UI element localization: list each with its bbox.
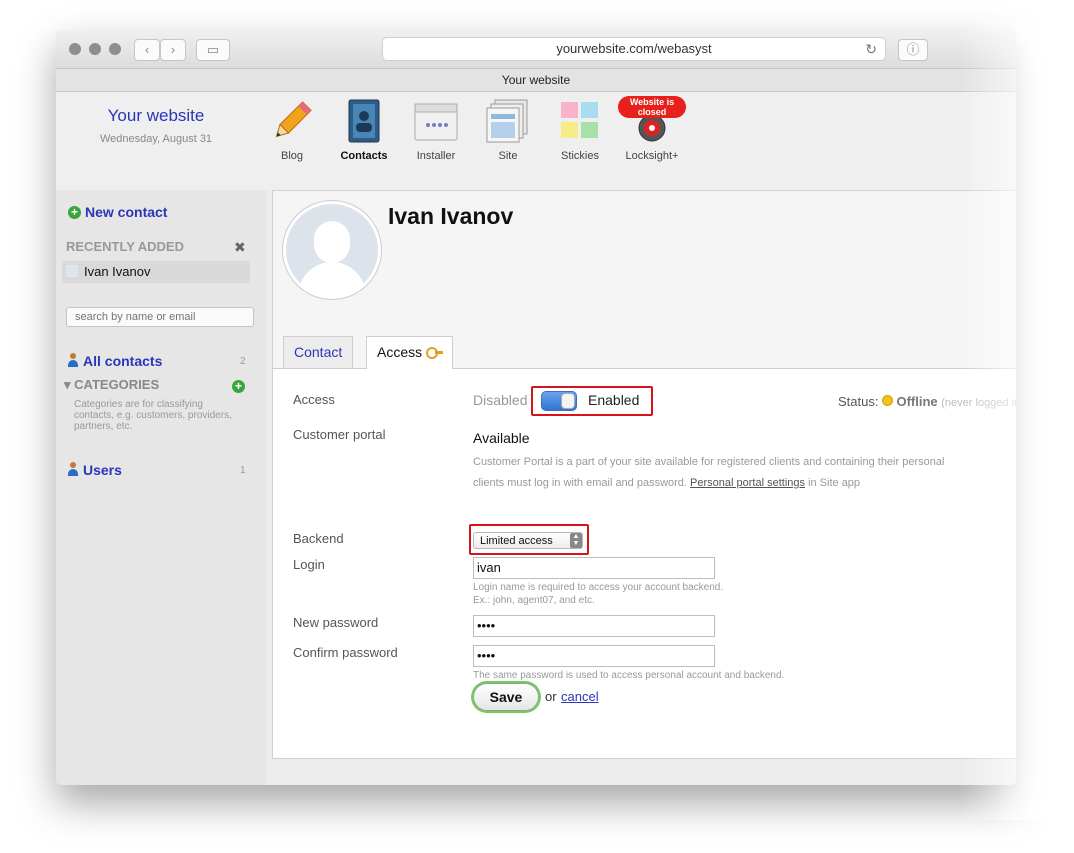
customer-portal-label: Customer portal [293, 427, 386, 442]
access-toggle[interactable] [541, 391, 577, 411]
forward-icon[interactable]: › [160, 39, 186, 61]
select-arrows-icon: ▲ ▼ [570, 533, 582, 548]
info-icon[interactable]: ⓘ [898, 39, 928, 61]
app-header: Your website Wednesday, August 31 Blog C… [56, 92, 1016, 190]
app-label: Installer [416, 150, 456, 162]
app-label: Contacts [340, 150, 388, 162]
search-input[interactable] [66, 307, 254, 327]
new-contact-link[interactable]: + New contact [68, 204, 167, 220]
page-title: Ivan Ivanov [388, 203, 514, 229]
user-icon [66, 462, 80, 476]
installer-icon [413, 98, 459, 144]
access-label: Access [293, 392, 335, 407]
backend-access-select[interactable]: Limited access ▲ ▼ [473, 532, 583, 549]
cancel-link[interactable]: cancel [561, 689, 599, 704]
categories-hint: Categories are for classifying contacts,… [74, 399, 232, 432]
add-icon: + [68, 206, 81, 219]
site-pages-icon [485, 98, 531, 144]
login-field[interactable]: ivan [473, 557, 715, 579]
app-locksight[interactable]: Website is closed Locksight+ [616, 96, 688, 162]
customer-portal-value: Available [473, 430, 530, 446]
tab-access[interactable]: Access [366, 336, 454, 369]
app-label: Blog [280, 150, 304, 162]
contact-panel: Ivan Ivanov Contact Access Access Disabl… [272, 190, 1016, 759]
access-form: Access Disabled Enabled Status: Offline (… [273, 369, 1016, 758]
clear-recent-icon[interactable]: ✖ [234, 239, 246, 256]
back-icon[interactable]: ‹ [134, 39, 160, 61]
new-password-label: New password [293, 615, 379, 630]
app-label: Site [498, 150, 518, 162]
avatar[interactable] [283, 201, 381, 299]
sticky-notes-icon [557, 98, 603, 144]
window-title: Your website [56, 69, 1016, 92]
list-item[interactable]: Ivan Ivanov [62, 261, 250, 283]
url-text: yourwebsite.com/webasyst [556, 41, 712, 56]
add-category-icon[interactable]: + [232, 378, 249, 396]
app-installer[interactable]: Installer [400, 98, 472, 162]
tab-contact[interactable]: Contact [283, 336, 354, 368]
tab-bar: Contact Access [273, 336, 1016, 369]
current-date: Wednesday, August 31 [99, 133, 213, 145]
or-text: or [545, 689, 557, 704]
app-blog[interactable]: Blog [256, 98, 328, 162]
pencil-icon [269, 98, 315, 144]
app-site[interactable]: Site [472, 98, 544, 162]
app-label: Locksight+ [625, 150, 679, 162]
sidebar-toggle-icon[interactable]: ▭ [196, 39, 230, 61]
site-name-link[interactable]: Your website [56, 106, 256, 126]
sidebar: + New contact RECENTLY ADDED ✖ Ivan Ivano… [56, 190, 266, 785]
login-label: Login [293, 557, 325, 572]
contact-avatar-icon [66, 265, 78, 277]
status-indicator: Status: Offline (never logged in) [838, 394, 1016, 409]
zoom-window-icon[interactable] [109, 43, 121, 55]
address-book-icon [341, 98, 387, 144]
reload-icon[interactable]: ↻ [865, 38, 877, 60]
lock-icon: Website is closed [618, 96, 686, 144]
browser-toolbar: ‹ › ▭ yourwebsite.com/webasyst ↻ ⓘ [56, 30, 1016, 69]
recently-added-heading: RECENTLY ADDED [66, 239, 184, 254]
app-contacts[interactable]: Contacts [328, 98, 400, 162]
confirm-password-field[interactable]: •••• [473, 645, 715, 667]
minimize-window-icon[interactable] [89, 43, 101, 55]
categories-heading[interactable]: ▾ CATEGORIES [64, 377, 159, 393]
status-dot-icon [882, 395, 894, 406]
new-password-field[interactable]: •••• [473, 615, 715, 637]
save-button[interactable]: Save [473, 683, 539, 711]
disabled-label: Disabled [473, 392, 528, 408]
users-count: 1 [240, 465, 246, 476]
all-contacts-link[interactable]: All contacts [66, 353, 162, 369]
portal-settings-link[interactable]: Personal portal settings [690, 477, 805, 489]
app-stickies[interactable]: Stickies [544, 98, 616, 162]
close-window-icon[interactable] [69, 43, 81, 55]
collapse-triangle-icon: ▾ [64, 377, 75, 392]
enabled-label: Enabled [588, 392, 640, 408]
confirm-password-label: Confirm password [293, 645, 398, 660]
app-label: Stickies [561, 150, 599, 162]
key-icon [426, 346, 444, 359]
address-bar[interactable]: yourwebsite.com/webasyst ↻ [382, 37, 886, 61]
password-hint: The same password is used to access pers… [473, 670, 785, 681]
contacts-group-icon [66, 353, 80, 367]
browser-window: ‹ › ▭ yourwebsite.com/webasyst ↻ ⓘ Your … [56, 30, 1016, 785]
backend-label: Backend [293, 531, 344, 546]
website-closed-badge: Website is closed [618, 96, 686, 118]
all-contacts-count: 2 [240, 356, 246, 367]
users-link[interactable]: Users [66, 462, 122, 478]
customer-portal-description: Customer Portal is a part of your site a… [473, 456, 945, 489]
login-hint: Login name is required to access your ac… [473, 582, 724, 606]
